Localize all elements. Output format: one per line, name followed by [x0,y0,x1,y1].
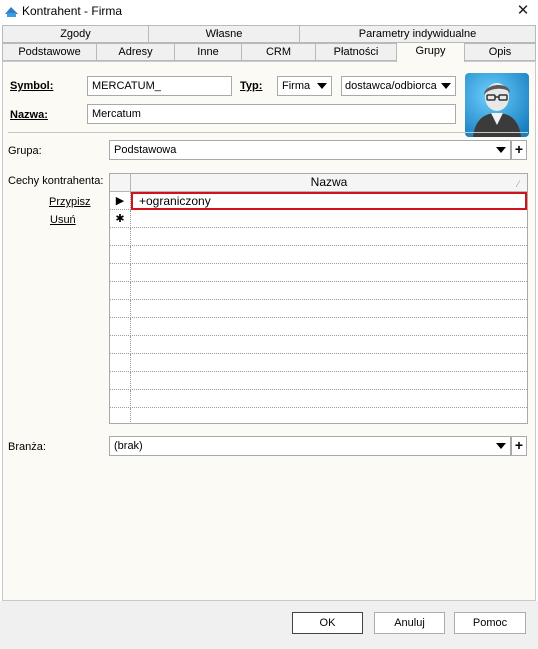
tab-podstawowe[interactable]: Podstawowe [2,43,97,61]
symbol-label: Symbol: [10,80,53,92]
help-button[interactable]: Pomoc [454,612,526,634]
ok-button[interactable]: OK [292,612,363,634]
chevron-down-icon [317,83,327,89]
current-row-arrow-icon: ▶ [110,192,131,210]
table-cell[interactable]: +ograniczony [131,192,527,210]
row-header [110,372,131,390]
add-grupa-button[interactable]: + [511,140,527,160]
row-header [110,408,131,423]
nazwa-label: Nazwa: [10,109,48,121]
table-row [110,354,527,372]
column-header-label: Nazwa [310,175,348,189]
cancel-button[interactable]: Anuluj [374,612,445,634]
row-header [110,264,131,282]
grupa-label: Grupa: [8,145,42,157]
tab-label: Zgody [60,28,91,40]
tab-zgody[interactable]: Zgody [2,25,149,43]
table-row [110,246,527,264]
tab-label: Adresy [118,46,153,58]
table-cell[interactable] [131,210,527,228]
table-row [110,390,527,408]
cechy-grid[interactable]: Nazwa ⁄ ▶ +ograniczony ✱ [109,173,528,424]
window-title: Kontrahent - Firma [22,4,123,18]
symbol-input[interactable]: MERCATUM_ [87,76,232,96]
typ-label: Typ: [240,80,262,92]
table-row[interactable]: ▶ +ograniczony [110,192,527,210]
tab-grupy[interactable]: Grupy [396,42,465,62]
rodzaj-select-value: dostawca/odbiorca [345,80,437,92]
nazwa-input[interactable]: Mercatum [87,104,456,124]
cechy-label: Cechy kontrahenta: [8,175,104,187]
table-row [110,300,527,318]
row-header [110,246,131,264]
table-row [110,264,527,282]
row-header [110,228,131,246]
close-button[interactable]: ✕ [508,0,538,22]
branza-select[interactable]: (brak) [109,436,511,456]
tab-label: Podstawowe [18,46,81,58]
avatar [465,73,529,137]
tab-parametry-indywidualne[interactable]: Parametry indywidualne [299,25,536,43]
tab-label: Opis [488,46,512,58]
typ-select[interactable]: Firma [277,76,332,96]
grid-header: Nazwa ⁄ [110,174,527,192]
table-row [110,408,527,423]
grupa-select[interactable]: Podstawowa [109,140,511,160]
table-row[interactable]: ✱ [110,210,527,228]
grupa-select-value: Podstawowa [114,144,177,156]
tab-inne[interactable]: Inne [174,43,242,61]
person-icon [465,73,529,137]
add-branza-button[interactable]: + [511,436,527,456]
tab-label: Grupy [415,45,446,57]
tab-adresy[interactable]: Adresy [96,43,175,61]
row-header [110,336,131,354]
tab-label: Płatności [333,46,379,58]
rodzaj-select[interactable]: dostawca/odbiorca [341,76,456,96]
tab-label: CRM [265,46,292,58]
table-row [110,372,527,390]
row-header [110,390,131,408]
chevron-down-icon [441,83,451,89]
new-row-asterisk-icon: ✱ [110,210,131,228]
row-header [110,282,131,300]
chevron-down-icon [496,443,506,449]
tab-label: Inne [197,46,219,58]
tab-crm[interactable]: CRM [241,43,316,61]
column-header-nazwa[interactable]: Nazwa ⁄ [131,174,527,192]
table-row [110,282,527,300]
grid-corner [110,174,131,192]
typ-select-value: Firma [282,80,311,92]
title-bar: Kontrahent - Firma ✕ [0,0,538,22]
usun-link[interactable]: Usuń [50,214,76,226]
table-row [110,336,527,354]
row-header [110,354,131,372]
tab-label: Własne [205,28,243,40]
nazwa-label-text: Nazwa: [10,109,48,121]
tab-platnosci[interactable]: Płatności [315,43,397,61]
chevron-down-icon [496,147,506,153]
row-header [110,300,131,318]
branza-label: Branża: [8,441,46,453]
app-icon [4,4,19,18]
table-row [110,228,527,246]
symbol-label-text: Symbol: [10,80,54,92]
row-header [110,318,131,336]
branza-select-value: (brak) [114,440,143,452]
przypisz-link[interactable]: Przypisz [49,196,91,208]
typ-label-text: Typ: [240,80,263,92]
table-row [110,318,527,336]
tab-wlasne[interactable]: Własne [148,25,300,43]
separator [8,132,528,133]
tab-opis[interactable]: Opis [464,43,536,61]
sort-icon: ⁄ [517,179,519,189]
tab-label: Parametry indywidualne [358,28,477,40]
